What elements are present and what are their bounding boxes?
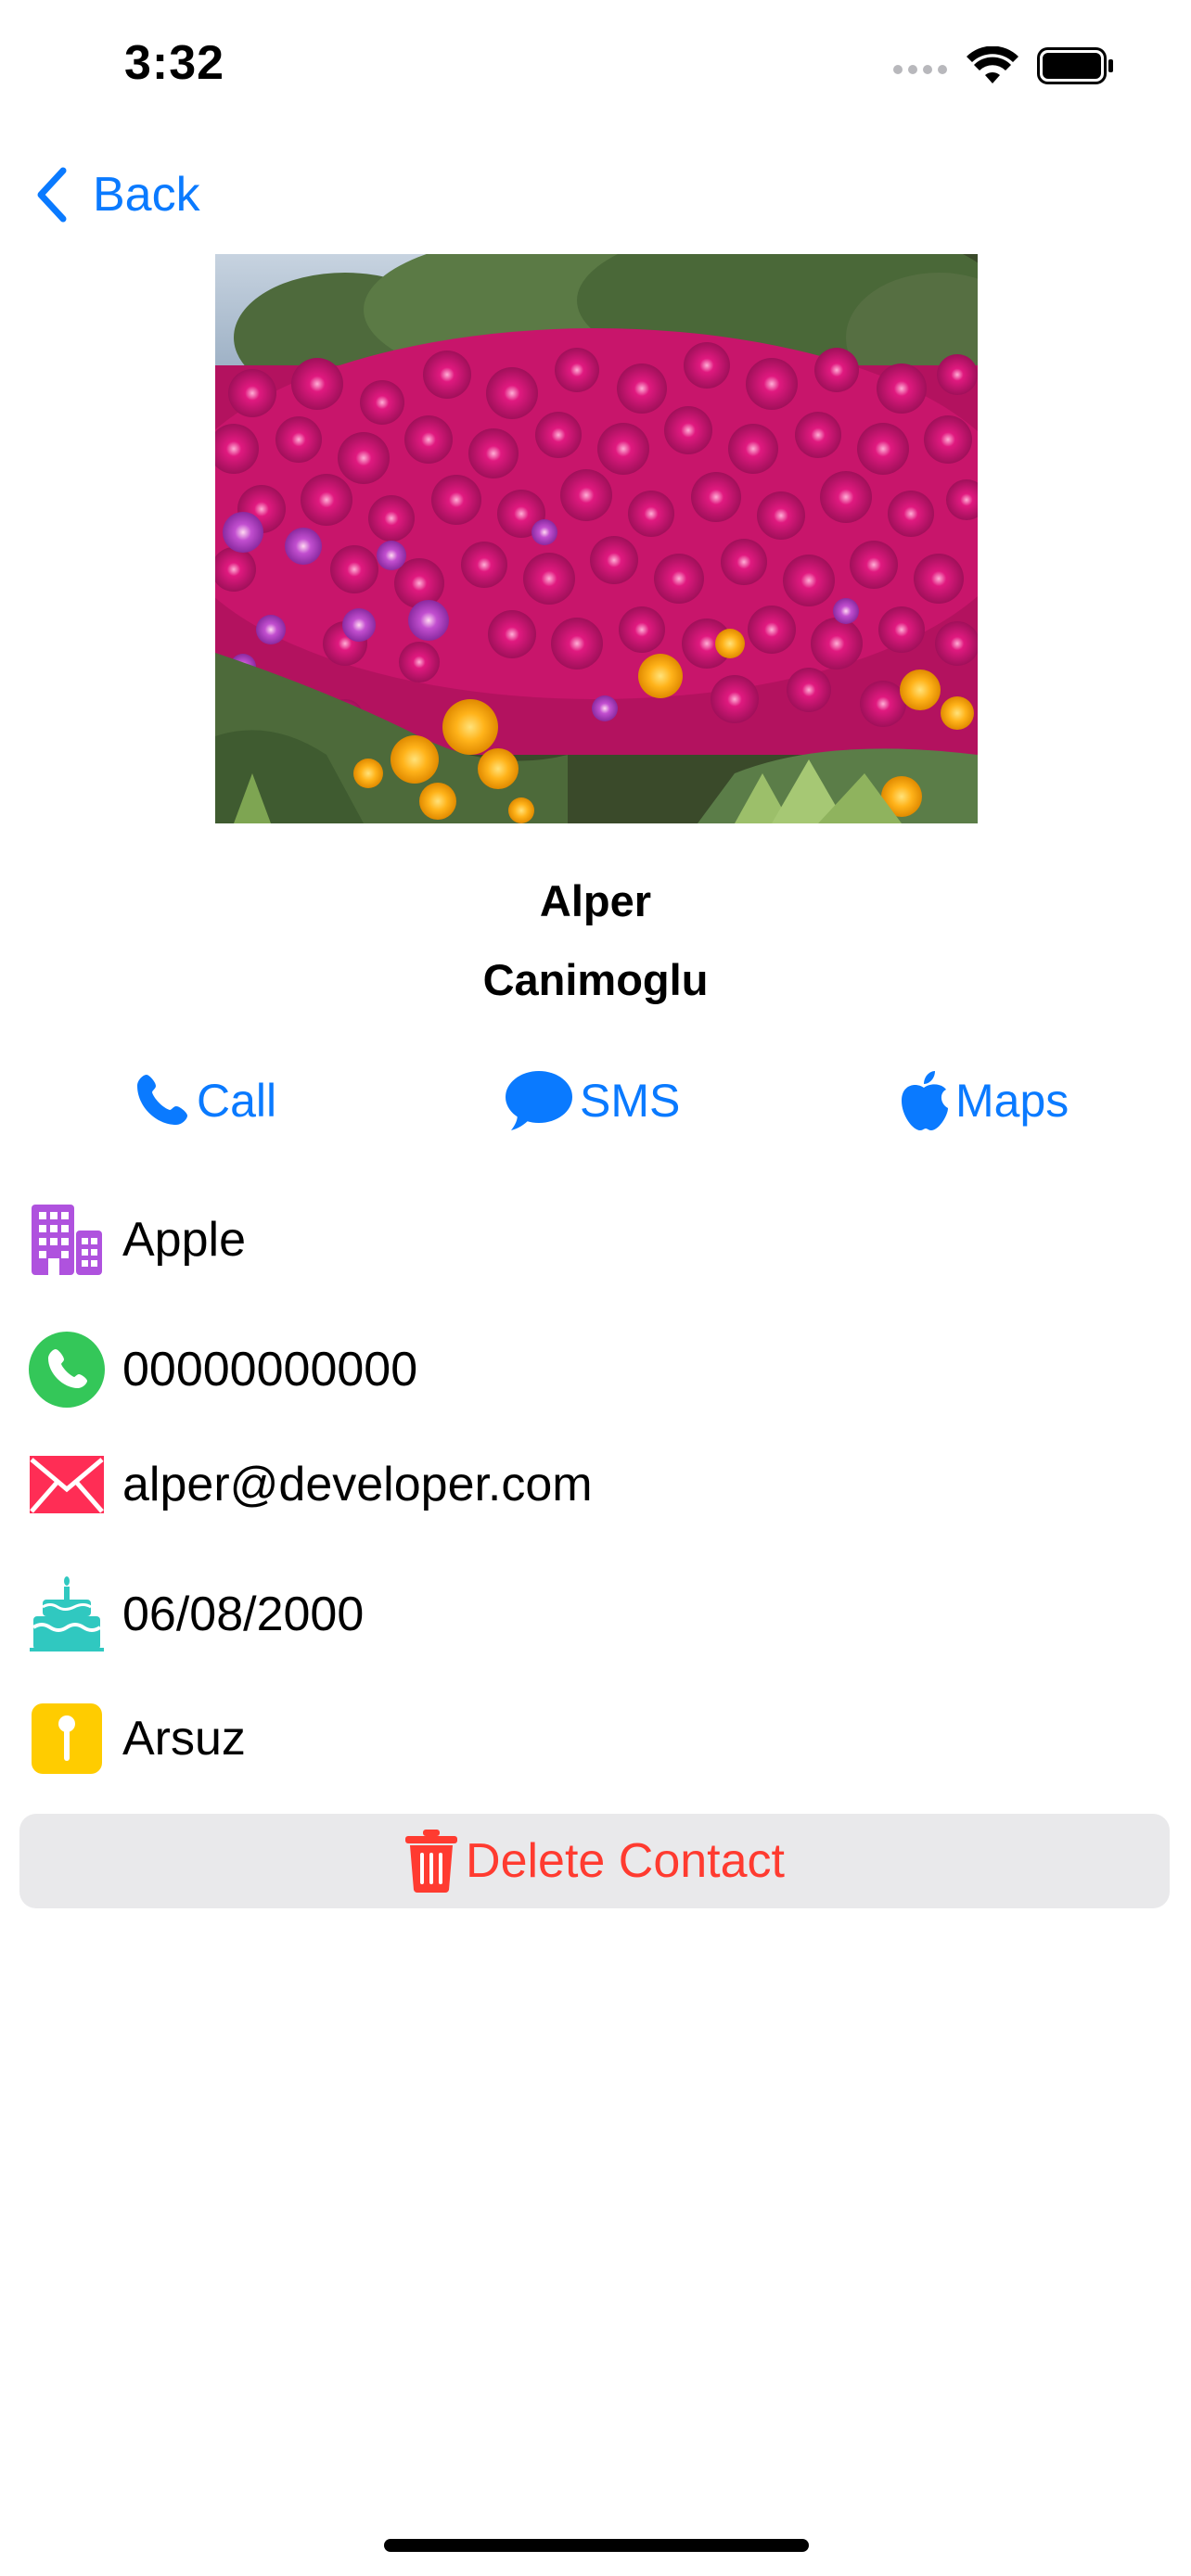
message-bubble-icon bbox=[506, 1071, 572, 1130]
maps-button[interactable]: Maps bbox=[898, 1066, 1069, 1135]
sms-button[interactable]: SMS bbox=[504, 1066, 680, 1135]
location-text: Arsuz bbox=[122, 1712, 246, 1766]
status-icons bbox=[892, 46, 1115, 85]
call-label: Call bbox=[197, 1075, 277, 1127]
call-button[interactable]: Call bbox=[132, 1066, 276, 1135]
email-text: alper@developer.com bbox=[122, 1458, 593, 1511]
chevron-left-icon bbox=[37, 167, 67, 223]
flower-photo-image bbox=[215, 254, 978, 823]
company-row: Apple bbox=[28, 1198, 246, 1282]
contact-first-name: Alper bbox=[539, 876, 652, 925]
delete-contact-button[interactable]: Delete Contact bbox=[19, 1814, 1170, 1908]
home-indicator[interactable] bbox=[384, 2539, 809, 2552]
delete-contact-label: Delete Contact bbox=[466, 1834, 785, 1888]
wifi-icon bbox=[967, 46, 1018, 83]
birthday-text: 06/08/2000 bbox=[122, 1588, 365, 1641]
contact-photo bbox=[215, 254, 978, 823]
contact-last-name: Canimoglu bbox=[482, 955, 709, 1004]
apple-logo-icon bbox=[902, 1071, 948, 1130]
status-time: 3:32 bbox=[124, 36, 225, 90]
phone-circle-icon bbox=[28, 1331, 106, 1409]
trash-icon bbox=[405, 1830, 458, 1893]
back-label: Back bbox=[93, 168, 200, 222]
envelope-icon bbox=[28, 1446, 106, 1524]
company-text: Apple bbox=[122, 1213, 246, 1267]
phone-icon bbox=[137, 1075, 187, 1125]
pin-icon bbox=[28, 1700, 106, 1778]
phone-text: 00000000000 bbox=[122, 1343, 418, 1396]
sms-label: SMS bbox=[580, 1075, 681, 1127]
building-icon bbox=[28, 1201, 106, 1279]
cellular-signal-icon bbox=[893, 65, 947, 74]
birthday-row: 06/08/2000 bbox=[28, 1573, 364, 1656]
birthday-cake-icon bbox=[28, 1575, 106, 1653]
battery-icon bbox=[1037, 47, 1113, 84]
back-button[interactable]: Back bbox=[33, 158, 200, 232]
email-row: alper@developer.com bbox=[28, 1443, 593, 1526]
maps-label: Maps bbox=[955, 1075, 1069, 1127]
phone-row: 00000000000 bbox=[28, 1328, 417, 1411]
status-bar: 3:32 bbox=[0, 0, 1191, 139]
location-row: Arsuz bbox=[28, 1697, 246, 1780]
